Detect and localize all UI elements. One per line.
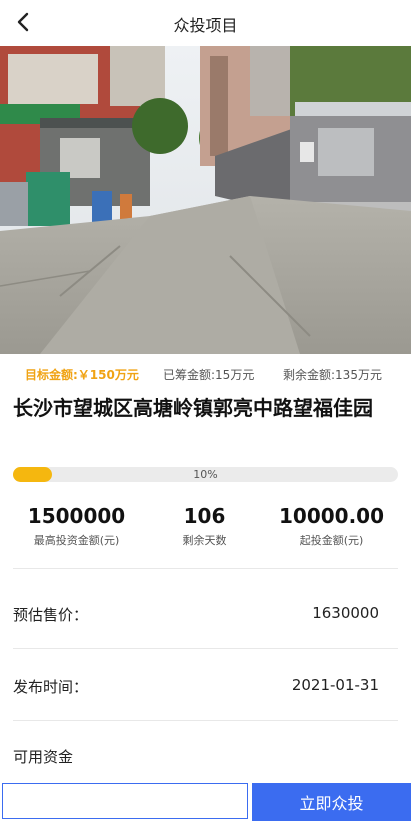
divider	[13, 720, 398, 721]
divider	[13, 648, 398, 649]
funding-summary: 目标金额:￥150万元 已筹金额:15万元 剩余金额:135万元	[0, 366, 411, 382]
stat-value: 10000.00	[278, 504, 384, 528]
stat-min-investment: 10000.00 起投金额(元)	[263, 503, 400, 548]
publish-time-label: 发布时间：	[13, 678, 89, 696]
stat-max-investment: 1500000 最高投资金额(元)	[8, 503, 145, 548]
project-title: 长沙市望城区高塘岭镇郭亮中路望福佳园	[13, 396, 373, 420]
progress-bar: 10%	[13, 467, 398, 482]
stat-days-left: 106 剩余天数	[136, 503, 273, 548]
stat-label: 最高投资金额(元)	[33, 534, 120, 547]
available-funds-label: 可用资金	[13, 748, 74, 766]
top-bar: 众投项目	[0, 0, 411, 46]
stat-value: 106	[183, 504, 226, 528]
bottom-action-bar: 立即众投	[0, 780, 411, 823]
publish-time-value: 2021-01-31	[291, 676, 379, 694]
invest-now-button[interactable]: 立即众投	[252, 783, 411, 821]
stat-label: 剩余天数	[182, 534, 227, 547]
divider	[13, 568, 398, 569]
estimated-price-label: 预估售价：	[13, 606, 89, 624]
progress-label: 10%	[193, 468, 218, 481]
estimated-price-value: 1630000	[312, 604, 379, 622]
page-title: 众投项目	[173, 16, 238, 35]
raised-amount: 已筹金额:15万元	[163, 368, 255, 382]
target-amount: 目标金额:￥150万元	[25, 368, 139, 382]
street-scene-photo	[0, 46, 411, 354]
investment-amount-input[interactable]	[2, 783, 248, 819]
stat-value: 1500000	[27, 504, 126, 528]
stat-label: 起投金额(元)	[299, 534, 364, 547]
remaining-amount: 剩余金额:135万元	[283, 368, 382, 382]
